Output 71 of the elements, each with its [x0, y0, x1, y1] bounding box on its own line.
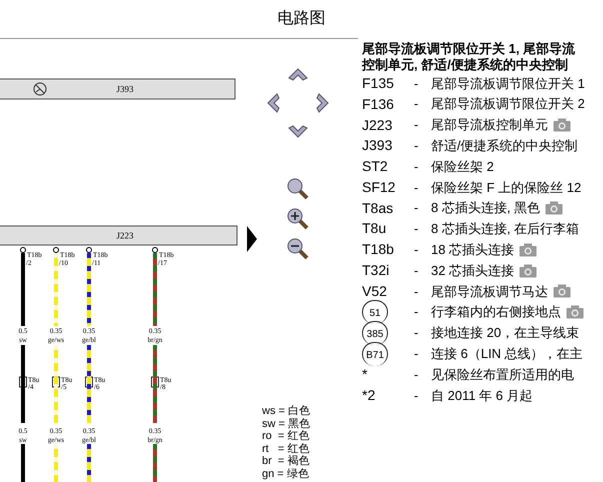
color-code-entry: ws = 白色 [262, 405, 311, 418]
legend-description: 32 芯插头连接 [431, 262, 514, 280]
separator-dash: - [414, 220, 420, 238]
separator-dash: - [414, 199, 420, 218]
component-code: SF12 [362, 178, 396, 197]
component-code: F136 [362, 94, 395, 114]
legend-heading: 尾部导流板调节限位开关 1, 尾部导流 [362, 41, 576, 57]
separator-dash: - [414, 178, 420, 197]
separator-dash: - [414, 345, 420, 363]
component-code: T8u [362, 219, 388, 238]
component-label: J393 [116, 84, 134, 94]
separator-dash: - [414, 262, 420, 280]
legend-description: 8 芯插头连接, 在后行李箱 [431, 220, 580, 238]
connector-pin-icon [20, 247, 26, 253]
triangle-marker-icon [247, 226, 257, 252]
component-code: *2 [362, 386, 376, 405]
camera-icon[interactable] [519, 264, 538, 278]
ground-symbol-icon [34, 82, 46, 96]
camera-icon[interactable] [553, 284, 571, 298]
zoom-out-icon[interactable] [286, 238, 308, 260]
legend-description: 尾部导流板调节限位开关 2 [431, 95, 585, 114]
connector-pin-icon [86, 247, 92, 253]
connector-pin-icon [152, 247, 158, 253]
legend-description: 舒适/便捷系统的中央控制 [431, 137, 578, 156]
connector-pin-icon [53, 247, 59, 253]
legend-description: 接地连接 20，在主导线束 [431, 324, 580, 342]
separator-dash: - [414, 158, 420, 176]
separator-dash: - [414, 116, 420, 134]
component-code: * [362, 365, 368, 384]
legend-description: 行李箱内的右侧接地点 [431, 303, 561, 322]
separator-dash: - [414, 386, 420, 405]
component-code: V52 [362, 282, 388, 301]
component-code: J393 [362, 136, 394, 156]
component-code: J223 [362, 116, 394, 134]
separator-dash: - [414, 95, 420, 114]
separator-dash: - [414, 137, 420, 156]
separator-dash: - [414, 303, 420, 322]
separator-dash: - [414, 366, 420, 384]
camera-icon[interactable] [519, 242, 538, 257]
color-code-entry: rt = 红色 [262, 442, 310, 455]
component-code: T32i [362, 261, 390, 280]
component-code: T18b [362, 240, 395, 260]
component-code: ST2 [362, 157, 389, 176]
legend-description: 尾部导流板调节限位开关 1 [431, 74, 585, 93]
separator-dash: - [414, 241, 420, 260]
camera-icon[interactable] [566, 305, 584, 320]
component-code: T8as [362, 198, 394, 218]
separator-dash: - [414, 282, 420, 301]
separator-dash: - [414, 74, 420, 93]
color-code-entry: sw = 黑色 [262, 418, 311, 430]
zoom-in-icon[interactable] [286, 208, 308, 230]
component-code: F135 [362, 74, 395, 93]
separator-dash: - [414, 324, 420, 342]
color-code-entry: br = 褐色 [262, 455, 310, 468]
legend-description: 自 2011 年 6 月起 [431, 386, 533, 405]
page-title: 电路图 [278, 8, 326, 29]
legend-description: 保险丝架 2 [431, 158, 494, 176]
legend-heading: 控制单元, 舒适/便捷系统的中央控制 [362, 57, 569, 73]
legend-description: 尾部导流板控制单元 [431, 116, 548, 134]
component-label: J223 [116, 230, 134, 240]
camera-icon[interactable] [545, 201, 564, 216]
legend-description: 见保险丝布置所适用的电 [431, 366, 574, 384]
camera-icon[interactable] [553, 118, 571, 132]
legend-description: 尾部导流板调节马达 [431, 282, 548, 301]
legend-description: 保险丝架 F 上的保险丝 12 [431, 178, 582, 197]
legend-description: 18 芯插头连接 [431, 241, 514, 260]
color-code-entry: gn = 绿色 [262, 468, 310, 480]
zoom-reset-icon[interactable] [286, 178, 308, 200]
legend-description: 8 芯插头连接, 黑色 [431, 199, 540, 218]
color-code-entry: ro = 红色 [262, 430, 310, 442]
legend-description: 连接 6（LIN 总线），在主 [431, 345, 583, 363]
